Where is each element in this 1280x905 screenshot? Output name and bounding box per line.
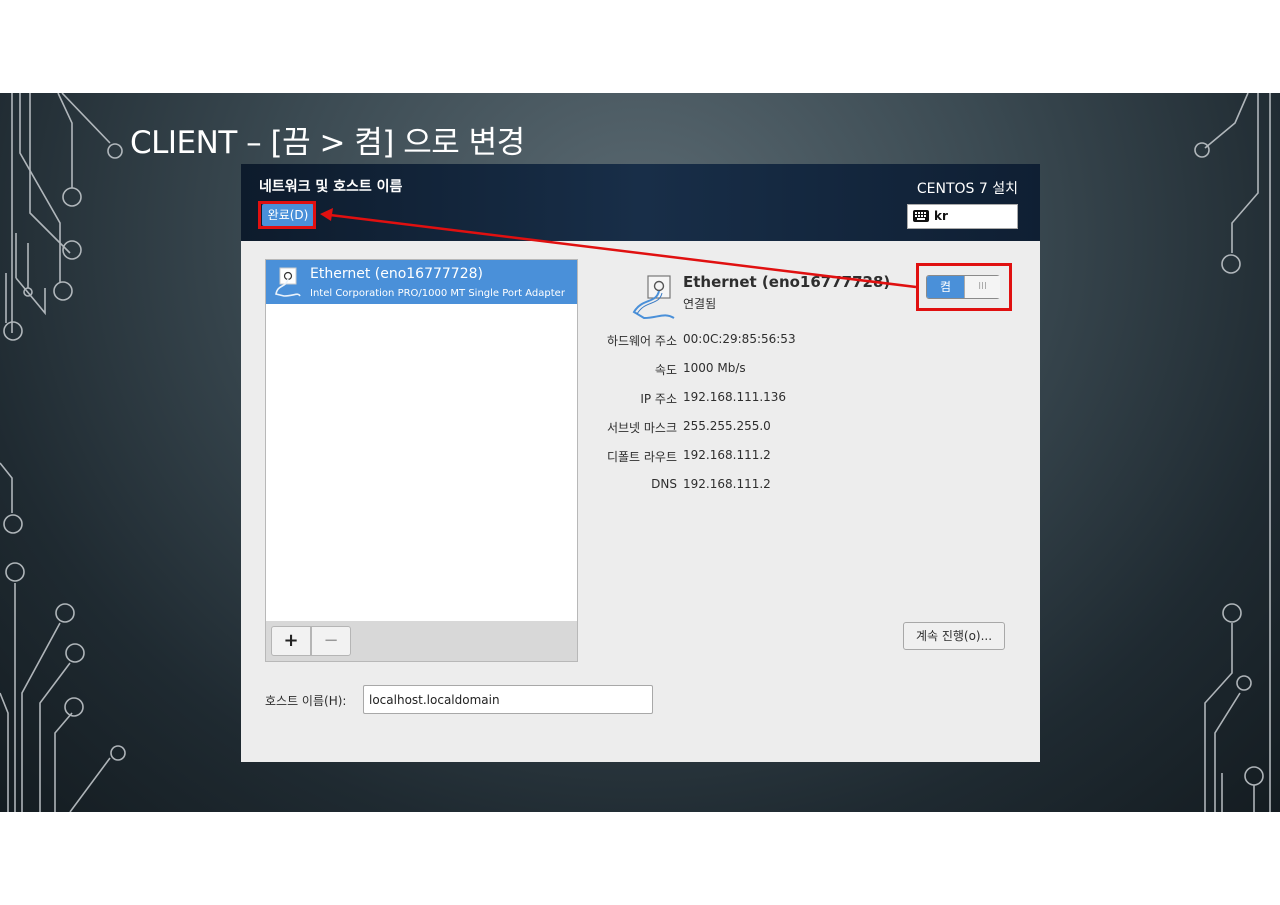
slide-title: CLIENT – [끔 > 켬] 으로 변경 bbox=[130, 125, 525, 161]
keyboard-icon bbox=[913, 210, 929, 222]
ethernet-detail-icon bbox=[632, 275, 675, 320]
hardware-address-label: 하드웨어 주소 bbox=[606, 334, 677, 348]
network-window: 네트워크 및 호스트 이름 완료(D) CENTOS 7 설치 kr Ether… bbox=[241, 164, 1040, 762]
remove-device-button[interactable]: − bbox=[311, 626, 351, 656]
subnet-mask-label: 서브넷 마스크 bbox=[606, 421, 677, 435]
add-device-button[interactable]: + bbox=[271, 626, 311, 656]
device-description: Intel Corporation PRO/1000 MT Single Por… bbox=[310, 288, 565, 299]
default-route-value: 192.168.111.2 bbox=[683, 448, 771, 462]
configure-button[interactable]: 계속 진행(o)... bbox=[903, 622, 1005, 650]
slide-background: CLIENT – [끔 > 켬] 으로 변경 네트워크 및 호스트 이름 완료(… bbox=[0, 93, 1280, 812]
page-title: 네트워크 및 호스트 이름 bbox=[259, 179, 403, 195]
list-item-ethernet[interactable]: Ethernet (eno16777728) Intel Corporation… bbox=[266, 260, 577, 304]
default-route-label: 디폴트 라우트 bbox=[606, 450, 677, 464]
hostname-input[interactable] bbox=[363, 685, 653, 714]
ip-address-label: IP 주소 bbox=[640, 392, 677, 406]
speed-label: 속도 bbox=[654, 363, 677, 377]
subnet-mask-value: 255.255.255.0 bbox=[683, 419, 771, 433]
toggle-highlight-box bbox=[916, 263, 1012, 311]
detail-title: Ethernet (eno16777728) bbox=[683, 273, 891, 291]
ip-address-value: 192.168.111.136 bbox=[683, 390, 787, 404]
dns-value: 192.168.111.2 bbox=[683, 477, 771, 491]
window-header: 네트워크 및 호스트 이름 완료(D) CENTOS 7 설치 kr bbox=[241, 164, 1040, 241]
speed-value: 1000 Mb/s bbox=[683, 361, 746, 375]
connection-status: 연결됨 bbox=[683, 297, 717, 311]
installer-title: CENTOS 7 설치 bbox=[916, 181, 1018, 197]
device-list-toolbar: + − bbox=[265, 621, 578, 662]
device-list: Ethernet (eno16777728) Intel Corporation… bbox=[265, 259, 578, 623]
device-name: Ethernet (eno16777728) bbox=[310, 266, 483, 282]
keyboard-layout-indicator[interactable]: kr bbox=[907, 204, 1018, 229]
done-highlight-box bbox=[258, 201, 316, 229]
ethernet-icon bbox=[275, 267, 301, 297]
hardware-address-value: 00:0C:29:85:56:53 bbox=[683, 332, 796, 346]
dns-label: DNS bbox=[651, 477, 677, 491]
hostname-label: 호스트 이름(H): bbox=[265, 694, 347, 708]
keyboard-layout-label: kr bbox=[934, 209, 948, 223]
